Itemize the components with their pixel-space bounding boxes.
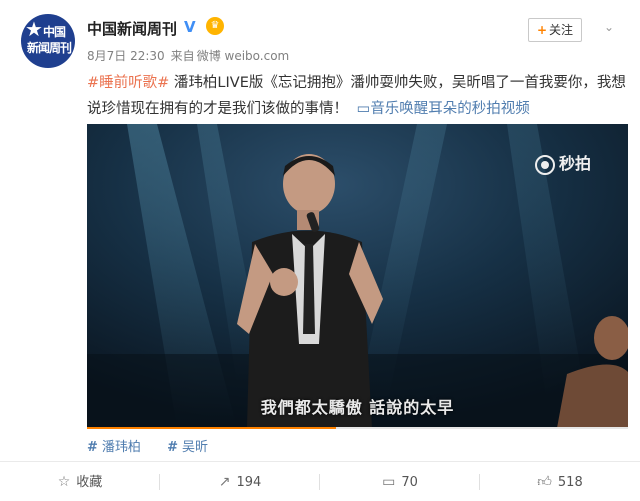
tag-label: 潘玮柏: [101, 440, 141, 455]
thumbs-up-icon: 👍︎: [537, 474, 552, 490]
follow-label: 关注: [549, 23, 574, 37]
video-subtitle: 我們都太驕傲 話說的太早: [260, 398, 455, 417]
vip-crown-icon[interactable]: ♛: [206, 17, 224, 35]
video-progress-bar[interactable]: [87, 427, 628, 429]
post-meta: 8月7日 22:30 来自 微博 weibo.com: [87, 47, 295, 64]
watermark-text: 秒拍: [559, 154, 592, 173]
repost-count: 194: [236, 475, 262, 490]
topic-tags: # 潘玮柏 # 吴昕: [87, 436, 230, 455]
post-text: #睡前听歌# 潘玮柏LIVE版《忘记拥抱》潘帅耍帅失败，吴昕唱了一首我要你，我想…: [87, 70, 632, 122]
miaopai-watermark: 秒拍: [535, 150, 591, 175]
hashtag-icon: #: [87, 440, 98, 455]
plus-icon: +: [536, 23, 548, 37]
account-name[interactable]: 中国新闻周刊: [87, 18, 177, 39]
tag-label: 吴昕: [181, 440, 208, 455]
comment-button[interactable]: ▭ 70: [320, 462, 480, 501]
repost-icon: ↗: [218, 474, 231, 490]
repost-button[interactable]: ↗ 194: [160, 462, 320, 501]
video-link[interactable]: 音乐唤醒耳朵的秒拍视频: [370, 101, 530, 117]
comment-count: 70: [401, 475, 418, 490]
camera-icon: [535, 154, 555, 175]
avatar-text-2: 新闻周刊: [27, 41, 72, 55]
post-date[interactable]: 8月7日 22:30: [87, 49, 165, 63]
post-header: ★ 中国 新闻周刊 中国新闻周刊 V ♛ 8月7日 22:30 来自 微博 weib…: [0, 0, 640, 72]
favorite-label: 收藏: [76, 475, 103, 490]
video-progress-fill: [87, 427, 336, 429]
avatar[interactable]: ★ 中国 新闻周刊: [21, 14, 75, 68]
like-button[interactable]: 👍︎ 518: [480, 462, 640, 501]
star-outline-icon: ☆: [57, 474, 71, 490]
comment-icon: ▭: [382, 474, 396, 490]
video-link-icon[interactable]: ▭: [357, 101, 371, 117]
tag-wuxin[interactable]: # 吴昕: [167, 440, 208, 455]
post-source[interactable]: 微博 weibo.com: [197, 49, 290, 63]
video-player[interactable]: 秒拍 我們都太驕傲 話說的太早: [87, 124, 628, 428]
verified-badge-icon: V: [184, 18, 196, 36]
source-prefix: 来自: [170, 49, 195, 63]
avatar-text-1: 中国: [43, 25, 66, 39]
hashtag-icon: #: [167, 440, 178, 455]
like-count: 518: [557, 475, 583, 490]
chevron-down-icon[interactable]: ⌄: [604, 20, 618, 34]
hashtag-link[interactable]: #睡前听歌#: [87, 75, 169, 91]
follow-button[interactable]: + 关注: [528, 18, 582, 42]
action-bar: ☆ 收藏 ↗ 194 ▭ 70 👍︎ 518: [0, 461, 640, 501]
favorite-button[interactable]: ☆ 收藏: [0, 462, 160, 501]
tag-panweibo[interactable]: # 潘玮柏: [87, 440, 141, 455]
